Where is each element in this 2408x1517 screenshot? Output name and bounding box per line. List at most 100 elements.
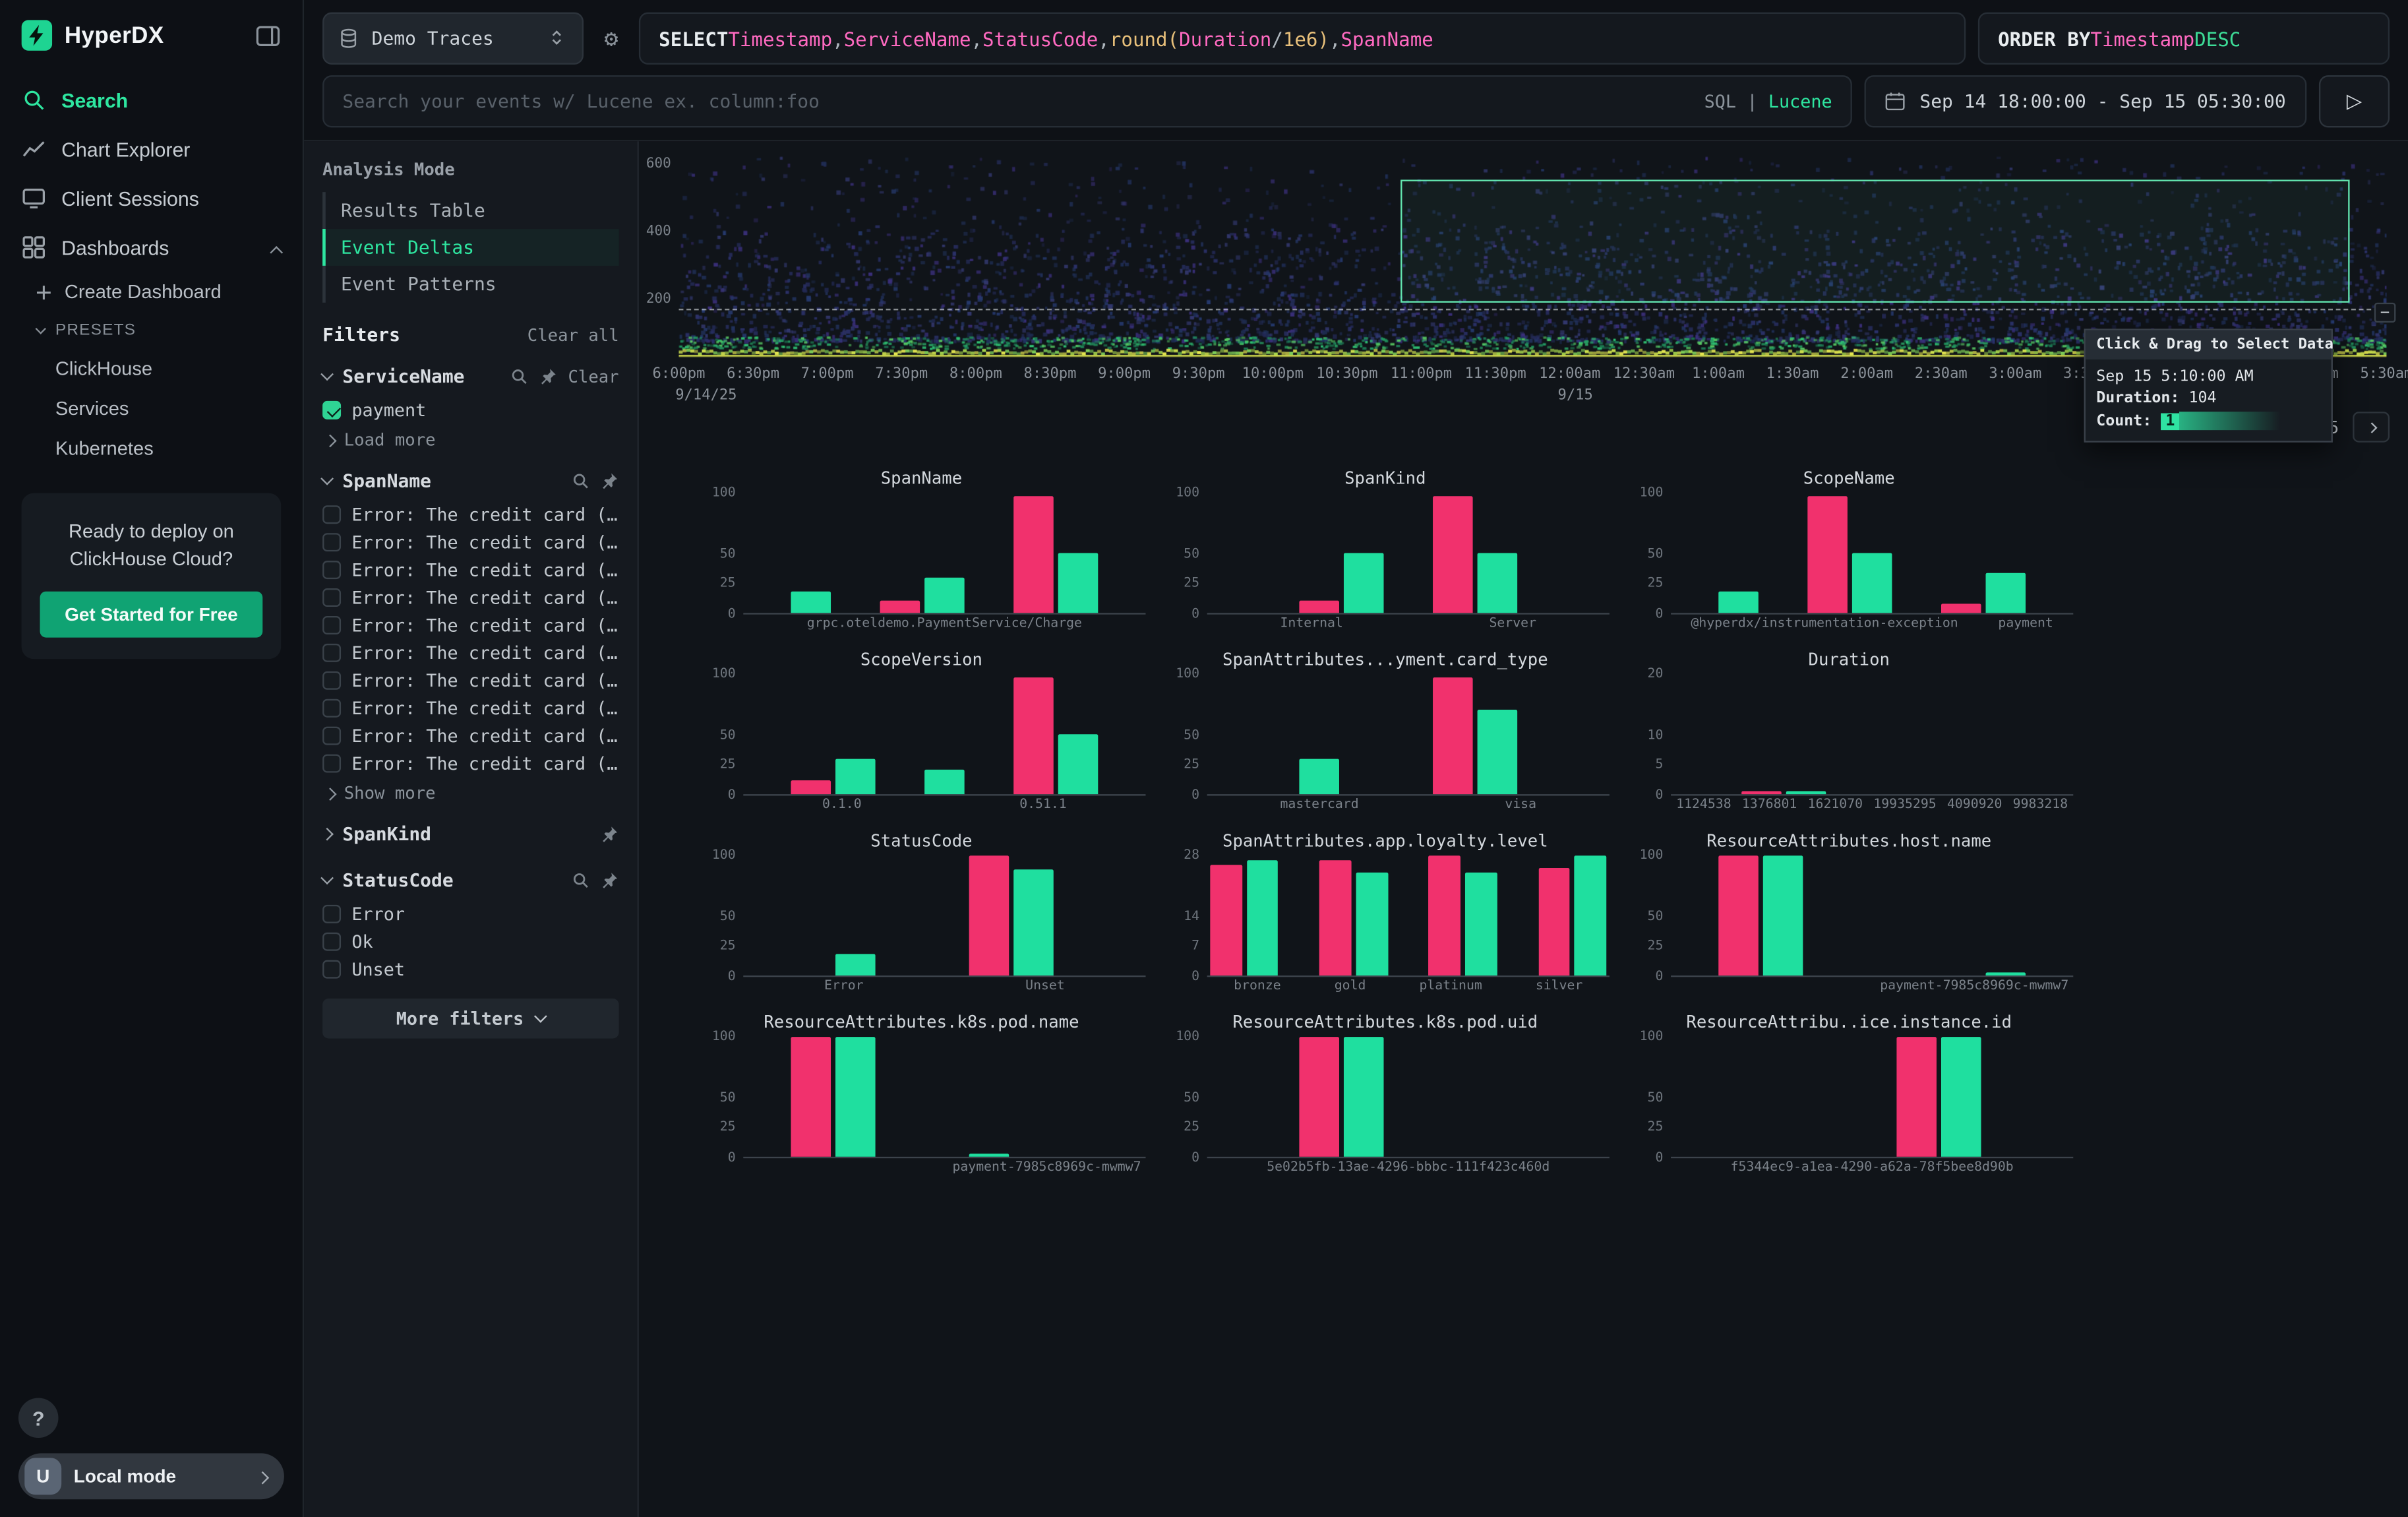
green-bar[interactable]	[1344, 553, 1384, 613]
checkbox[interactable]	[322, 905, 341, 923]
search-icon[interactable]	[510, 367, 528, 386]
order-by-input[interactable]: ORDER BY Timestamp DESC	[1978, 13, 2390, 65]
collapse-sidebar-icon[interactable]	[255, 22, 282, 49]
green-bar[interactable]	[835, 1037, 876, 1157]
create-dashboard-button[interactable]: Create Dashboard	[0, 272, 303, 312]
sidebar-item-client-sessions[interactable]: Client Sessions	[0, 173, 303, 223]
green-bar[interactable]	[835, 758, 876, 794]
pink-bar[interactable]	[1941, 604, 1981, 613]
pink-bar[interactable]	[1210, 864, 1242, 975]
local-mode-button[interactable]: U Local mode	[18, 1453, 284, 1499]
pin-icon[interactable]	[601, 871, 619, 890]
query-language-toggle[interactable]: SQL | Lucene	[1704, 90, 1832, 112]
heatmap-selection[interactable]	[1401, 179, 2349, 303]
pink-bar[interactable]	[1433, 678, 1473, 794]
filter-option[interactable]: Error: The credit card (…	[322, 695, 619, 722]
source-select[interactable]: Demo Traces	[322, 13, 584, 65]
pink-bar[interactable]	[1433, 497, 1473, 613]
mini-chart-plot[interactable]	[1207, 674, 1610, 795]
checkbox[interactable]	[322, 960, 341, 979]
green-bar[interactable]	[1344, 1037, 1384, 1157]
pin-icon[interactable]	[601, 825, 619, 844]
filter-option[interactable]: Ok	[322, 928, 619, 956]
pink-bar[interactable]	[880, 601, 920, 613]
show-more-button[interactable]: Show more	[322, 778, 619, 804]
green-bar[interactable]	[835, 954, 876, 975]
filter-option[interactable]: Error: The credit card (…	[322, 501, 619, 528]
pink-bar[interactable]	[1299, 601, 1339, 613]
mini-chart-plot[interactable]	[743, 493, 1145, 615]
mini-chart-plot[interactable]	[1671, 1037, 2073, 1158]
sidebar-item-search[interactable]: Search	[0, 75, 303, 125]
filter-option[interactable]: Error: The credit card (…	[322, 667, 619, 695]
green-bar[interactable]	[1986, 573, 2026, 613]
green-bar[interactable]	[924, 770, 965, 794]
filter-option[interactable]: Error: The credit card (…	[322, 639, 619, 667]
sidebar-item-kubernetes[interactable]: Kubernetes	[0, 429, 303, 469]
mode-lucene[interactable]: Lucene	[1768, 90, 1832, 112]
date-range-picker[interactable]: Sep 14 18:00:00 - Sep 15 05:30:00	[1865, 75, 2307, 127]
green-bar[interactable]	[1478, 710, 1518, 794]
green-bar[interactable]	[1465, 873, 1497, 975]
green-bar[interactable]	[1986, 972, 2026, 975]
green-bar[interactable]	[1247, 860, 1279, 975]
pink-bar[interactable]	[1319, 860, 1351, 975]
gear-icon[interactable]: ⚙	[596, 13, 627, 65]
filter-group-spanname-header[interactable]: SpanName	[322, 466, 619, 497]
search-icon[interactable]	[571, 472, 589, 490]
filter-option[interactable]: Unset	[322, 956, 619, 983]
green-bar[interactable]	[969, 1154, 1009, 1157]
mini-chart-plot[interactable]	[1671, 493, 2073, 615]
checkbox[interactable]	[322, 616, 341, 635]
pink-bar[interactable]	[1718, 855, 1759, 975]
pink-bar[interactable]	[791, 780, 831, 794]
pin-icon[interactable]	[539, 367, 557, 386]
filter-group-spankind-header[interactable]: SpanKind	[322, 819, 619, 850]
pink-bar[interactable]	[969, 855, 1009, 975]
filter-option[interactable]: Error: The credit card (…	[322, 722, 619, 750]
sidebar-item-dashboards[interactable]: Dashboards	[0, 223, 303, 272]
pink-bar[interactable]	[791, 1037, 831, 1157]
green-bar[interactable]	[1718, 592, 1759, 613]
green-bar[interactable]	[1013, 870, 1054, 975]
green-bar[interactable]	[1058, 553, 1099, 613]
mini-chart-plot[interactable]	[743, 674, 1145, 795]
pink-bar[interactable]	[1013, 497, 1054, 613]
checkbox[interactable]	[322, 727, 341, 745]
get-started-button[interactable]: Get Started for Free	[40, 592, 263, 638]
checkbox[interactable]	[322, 699, 341, 718]
pin-icon[interactable]	[601, 472, 619, 490]
checkbox-checked[interactable]	[322, 401, 341, 419]
filter-group-statuscode-header[interactable]: StatusCode	[322, 865, 619, 896]
mini-chart-plot[interactable]	[1207, 493, 1610, 615]
mini-chart-plot[interactable]	[743, 855, 1145, 977]
pink-bar[interactable]	[1896, 1037, 1937, 1157]
filter-option[interactable]: Error: The credit card (…	[322, 556, 619, 584]
load-more-button[interactable]: Load more	[322, 424, 619, 450]
filter-option[interactable]: Error: The credit card (…	[322, 528, 619, 556]
filter-option[interactable]: Error: The credit card (…	[322, 611, 619, 639]
clear-filter-button[interactable]: Clear	[568, 366, 618, 386]
run-query-button[interactable]: ▷	[2319, 75, 2390, 127]
green-bar[interactable]	[1356, 873, 1387, 975]
green-bar[interactable]	[1575, 855, 1606, 975]
mini-chart-plot[interactable]	[1207, 1037, 1610, 1158]
filter-option[interactable]: Error	[322, 900, 619, 928]
green-bar[interactable]	[1058, 734, 1099, 794]
analysis-mode-option-results-table[interactable]: Results Table	[322, 192, 619, 229]
analysis-mode-option-event-patterns[interactable]: Event Patterns	[322, 266, 619, 303]
checkbox[interactable]	[322, 533, 341, 551]
analysis-mode-option-event-deltas[interactable]: Event Deltas	[322, 229, 619, 266]
lucene-search-input[interactable]: Search your events w/ Lucene ex. column:…	[322, 75, 1852, 127]
checkbox[interactable]	[322, 755, 341, 773]
checkbox[interactable]	[322, 588, 341, 607]
checkbox[interactable]	[322, 561, 341, 579]
more-filters-button[interactable]: More filters	[322, 999, 619, 1039]
zoom-out-button[interactable]: −	[2374, 303, 2396, 323]
filter-option[interactable]: payment	[322, 396, 619, 424]
checkbox[interactable]	[322, 671, 341, 690]
green-bar[interactable]	[1763, 855, 1803, 975]
pink-bar[interactable]	[1741, 792, 1781, 795]
green-bar[interactable]	[791, 592, 831, 613]
checkbox[interactable]	[322, 505, 341, 524]
